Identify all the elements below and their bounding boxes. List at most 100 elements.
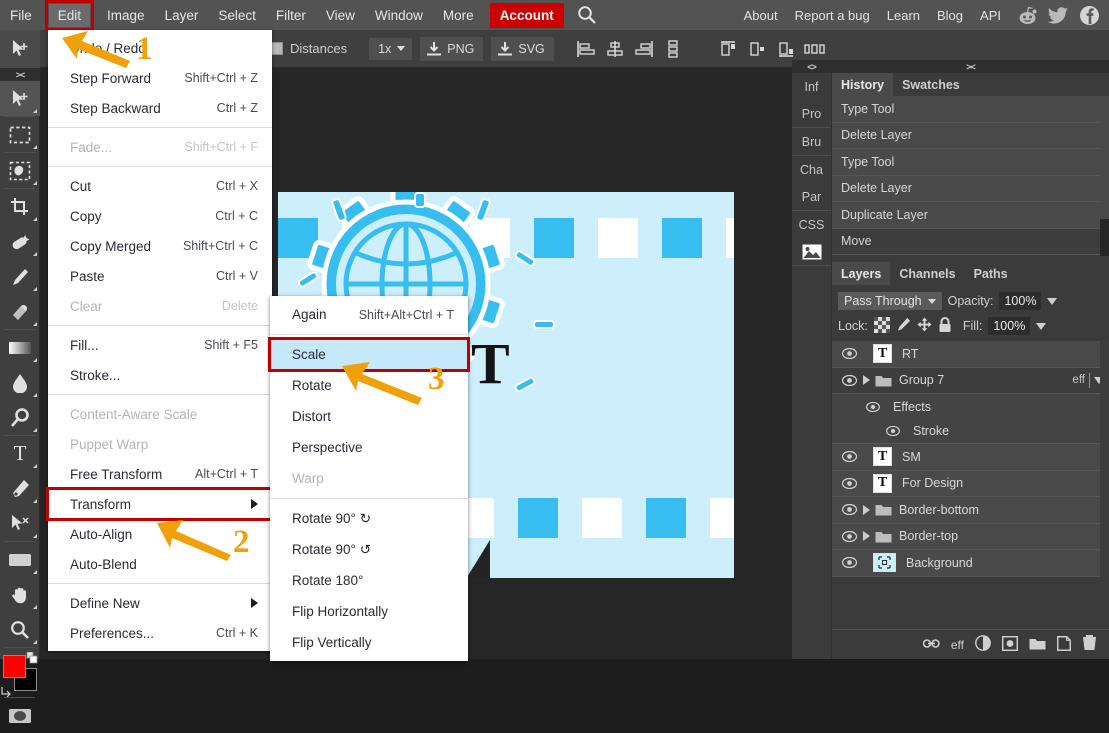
eraser-tool[interactable] (0, 294, 40, 329)
brush-tool[interactable] (0, 259, 40, 294)
gradient-tool[interactable] (0, 330, 40, 365)
layer-row[interactable]: Background (832, 550, 1109, 577)
menu-item-cut[interactable]: Cut Ctrl + X (48, 171, 272, 201)
layer-row[interactable]: Effects (832, 394, 1109, 419)
menu-item-free-transform[interactable]: Free Transform Alt+Ctrl + T (48, 459, 272, 489)
align-icons-group[interactable] (574, 36, 828, 62)
export-png-button[interactable]: PNG (420, 36, 484, 61)
lock-position-icon[interactable] (917, 317, 932, 335)
adjustment-layer-icon[interactable] (975, 635, 991, 654)
default-colors-icon[interactable] (1, 685, 12, 698)
rail-collapse-button[interactable]: <> (792, 60, 831, 73)
tools-panel[interactable]: >< T (0, 68, 40, 723)
submenu-item-perspective[interactable]: Perspective (270, 432, 468, 463)
type-tool[interactable]: T (0, 436, 40, 471)
submenu-item-rotate-90-ccw[interactable]: Rotate 90° ↺ (270, 534, 468, 565)
zoom-tool[interactable] (0, 612, 40, 647)
align-center-horizontal-icon[interactable] (603, 36, 628, 62)
menu-item-copy-merged[interactable]: Copy Merged Shift+Ctrl + C (48, 231, 272, 261)
dock-panels[interactable]: >< History Swatches Type Tool Delete Lay… (832, 60, 1109, 659)
distribute-horizontal-icon[interactable] (803, 36, 828, 62)
submenu-item-flip-vertically[interactable]: Flip Vertically (270, 627, 468, 658)
align-top-icon[interactable] (716, 36, 741, 62)
layer-row[interactable]: Group 7 eff (832, 367, 1109, 394)
menu-filter[interactable]: Filter (267, 4, 315, 27)
menu-file[interactable]: File (1, 4, 41, 27)
delete-layer-icon[interactable] (1082, 635, 1097, 654)
eye-icon[interactable] (839, 451, 859, 463)
menu-layer[interactable]: Layer (156, 4, 208, 27)
account-button[interactable]: Account (489, 2, 564, 28)
distribute-vertical-icon[interactable] (661, 36, 686, 62)
dock-rail[interactable]: <> Inf Pro Bru Cha Par CSS (792, 60, 832, 659)
menu-view[interactable]: View (317, 4, 364, 27)
fill-value[interactable]: 100% (988, 317, 1031, 335)
history-item[interactable]: Delete Layer (832, 175, 1109, 202)
search-icon[interactable] (577, 4, 601, 26)
rectangular-marquee-tool[interactable] (0, 117, 40, 152)
link-api[interactable]: API (973, 4, 1008, 27)
lasso-tool[interactable] (0, 153, 40, 188)
facebook-icon[interactable] (1077, 3, 1101, 27)
menu-image[interactable]: Image (98, 4, 154, 27)
layer-row[interactable]: T RT (832, 341, 1109, 368)
menubar-right-links[interactable]: About Report a bug Learn Blog API (737, 0, 1101, 30)
menu-bar[interactable]: File Edit Image Layer Select Filter View… (0, 0, 1109, 31)
opacity-chevron-down-icon[interactable] (1047, 297, 1058, 305)
eye-icon[interactable] (863, 401, 883, 412)
lock-image-icon[interactable] (896, 317, 911, 335)
eye-icon[interactable] (883, 426, 903, 436)
new-layer-icon[interactable] (1056, 635, 1072, 654)
eye-icon[interactable] (839, 557, 859, 569)
opacity-value[interactable]: 100% (999, 292, 1042, 310)
submenu-item-flip-horizontally[interactable]: Flip Horizontally (270, 596, 468, 627)
reddit-icon[interactable] (1015, 3, 1039, 27)
swap-colors-icon[interactable] (26, 651, 38, 664)
align-right-icon[interactable] (632, 36, 657, 62)
options-active-tool-icon[interactable] (0, 29, 40, 68)
layers-panel-tabs[interactable]: Layers Channels Paths (832, 262, 1109, 285)
layers-options[interactable]: Pass Through Opacity: 100% Lock: Fill: 1… (832, 285, 1109, 341)
dodge-tool[interactable] (0, 400, 40, 435)
zoom-level-dropdown[interactable]: 1x (369, 37, 413, 60)
rail-item-character[interactable]: Cha (792, 156, 831, 183)
link-about[interactable]: About (737, 4, 785, 27)
fill-chevron-down-icon[interactable] (1036, 322, 1047, 330)
foreground-color-swatch[interactable] (3, 655, 26, 678)
rail-item-paragraph[interactable]: Par (792, 183, 831, 210)
right-dock[interactable]: <> Inf Pro Bru Cha Par CSS >< History Sw… (792, 60, 1109, 659)
quick-mask-tool[interactable] (0, 698, 40, 733)
path-select-tool[interactable] (0, 506, 40, 541)
link-learn[interactable]: Learn (880, 4, 927, 27)
disclosure-triangle-icon[interactable] (859, 531, 873, 542)
link-blog[interactable]: Blog (930, 4, 970, 27)
menu-item-transform[interactable]: Transform (46, 487, 274, 521)
menu-item-define-new[interactable]: Define New (48, 588, 272, 618)
blend-mode-select[interactable]: Pass Through (838, 292, 942, 310)
healing-brush-tool[interactable] (0, 224, 40, 259)
eye-icon[interactable] (839, 348, 859, 360)
distances-checkbox[interactable]: Distances (270, 41, 347, 56)
history-scroll-thumb[interactable] (1100, 219, 1109, 256)
layer-row[interactable]: Stroke (832, 419, 1109, 444)
rail-item-properties[interactable]: Pro (792, 100, 831, 127)
shape-tool[interactable] (0, 542, 40, 577)
eye-icon[interactable] (839, 504, 859, 516)
lock-transparent-icon[interactable] (873, 316, 890, 336)
link-report-a-bug[interactable]: Report a bug (788, 4, 877, 27)
layer-mask-icon[interactable] (1001, 635, 1019, 654)
history-list[interactable]: Type Tool Delete Layer Type Tool Delete … (832, 96, 1109, 255)
history-scrollbar[interactable] (1100, 96, 1109, 256)
eye-icon[interactable] (839, 477, 859, 489)
rail-item-info[interactable]: Inf (792, 73, 831, 100)
export-svg-button[interactable]: SVG (491, 36, 554, 61)
tab-channels[interactable]: Channels (890, 262, 965, 285)
crop-tool[interactable] (0, 189, 40, 224)
submenu-item-rotate-90-cw[interactable]: Rotate 90° ↻ (270, 503, 468, 534)
twitter-icon[interactable] (1046, 3, 1070, 27)
menu-item-preferences[interactable]: Preferences... Ctrl + K (48, 618, 272, 648)
layers-list[interactable]: T RT Group 7 eff Effects Stroke T SM T F… (832, 341, 1109, 577)
rail-item-css[interactable]: CSS (792, 211, 831, 238)
eye-icon[interactable] (839, 374, 859, 386)
link-layers-icon[interactable] (922, 637, 940, 652)
